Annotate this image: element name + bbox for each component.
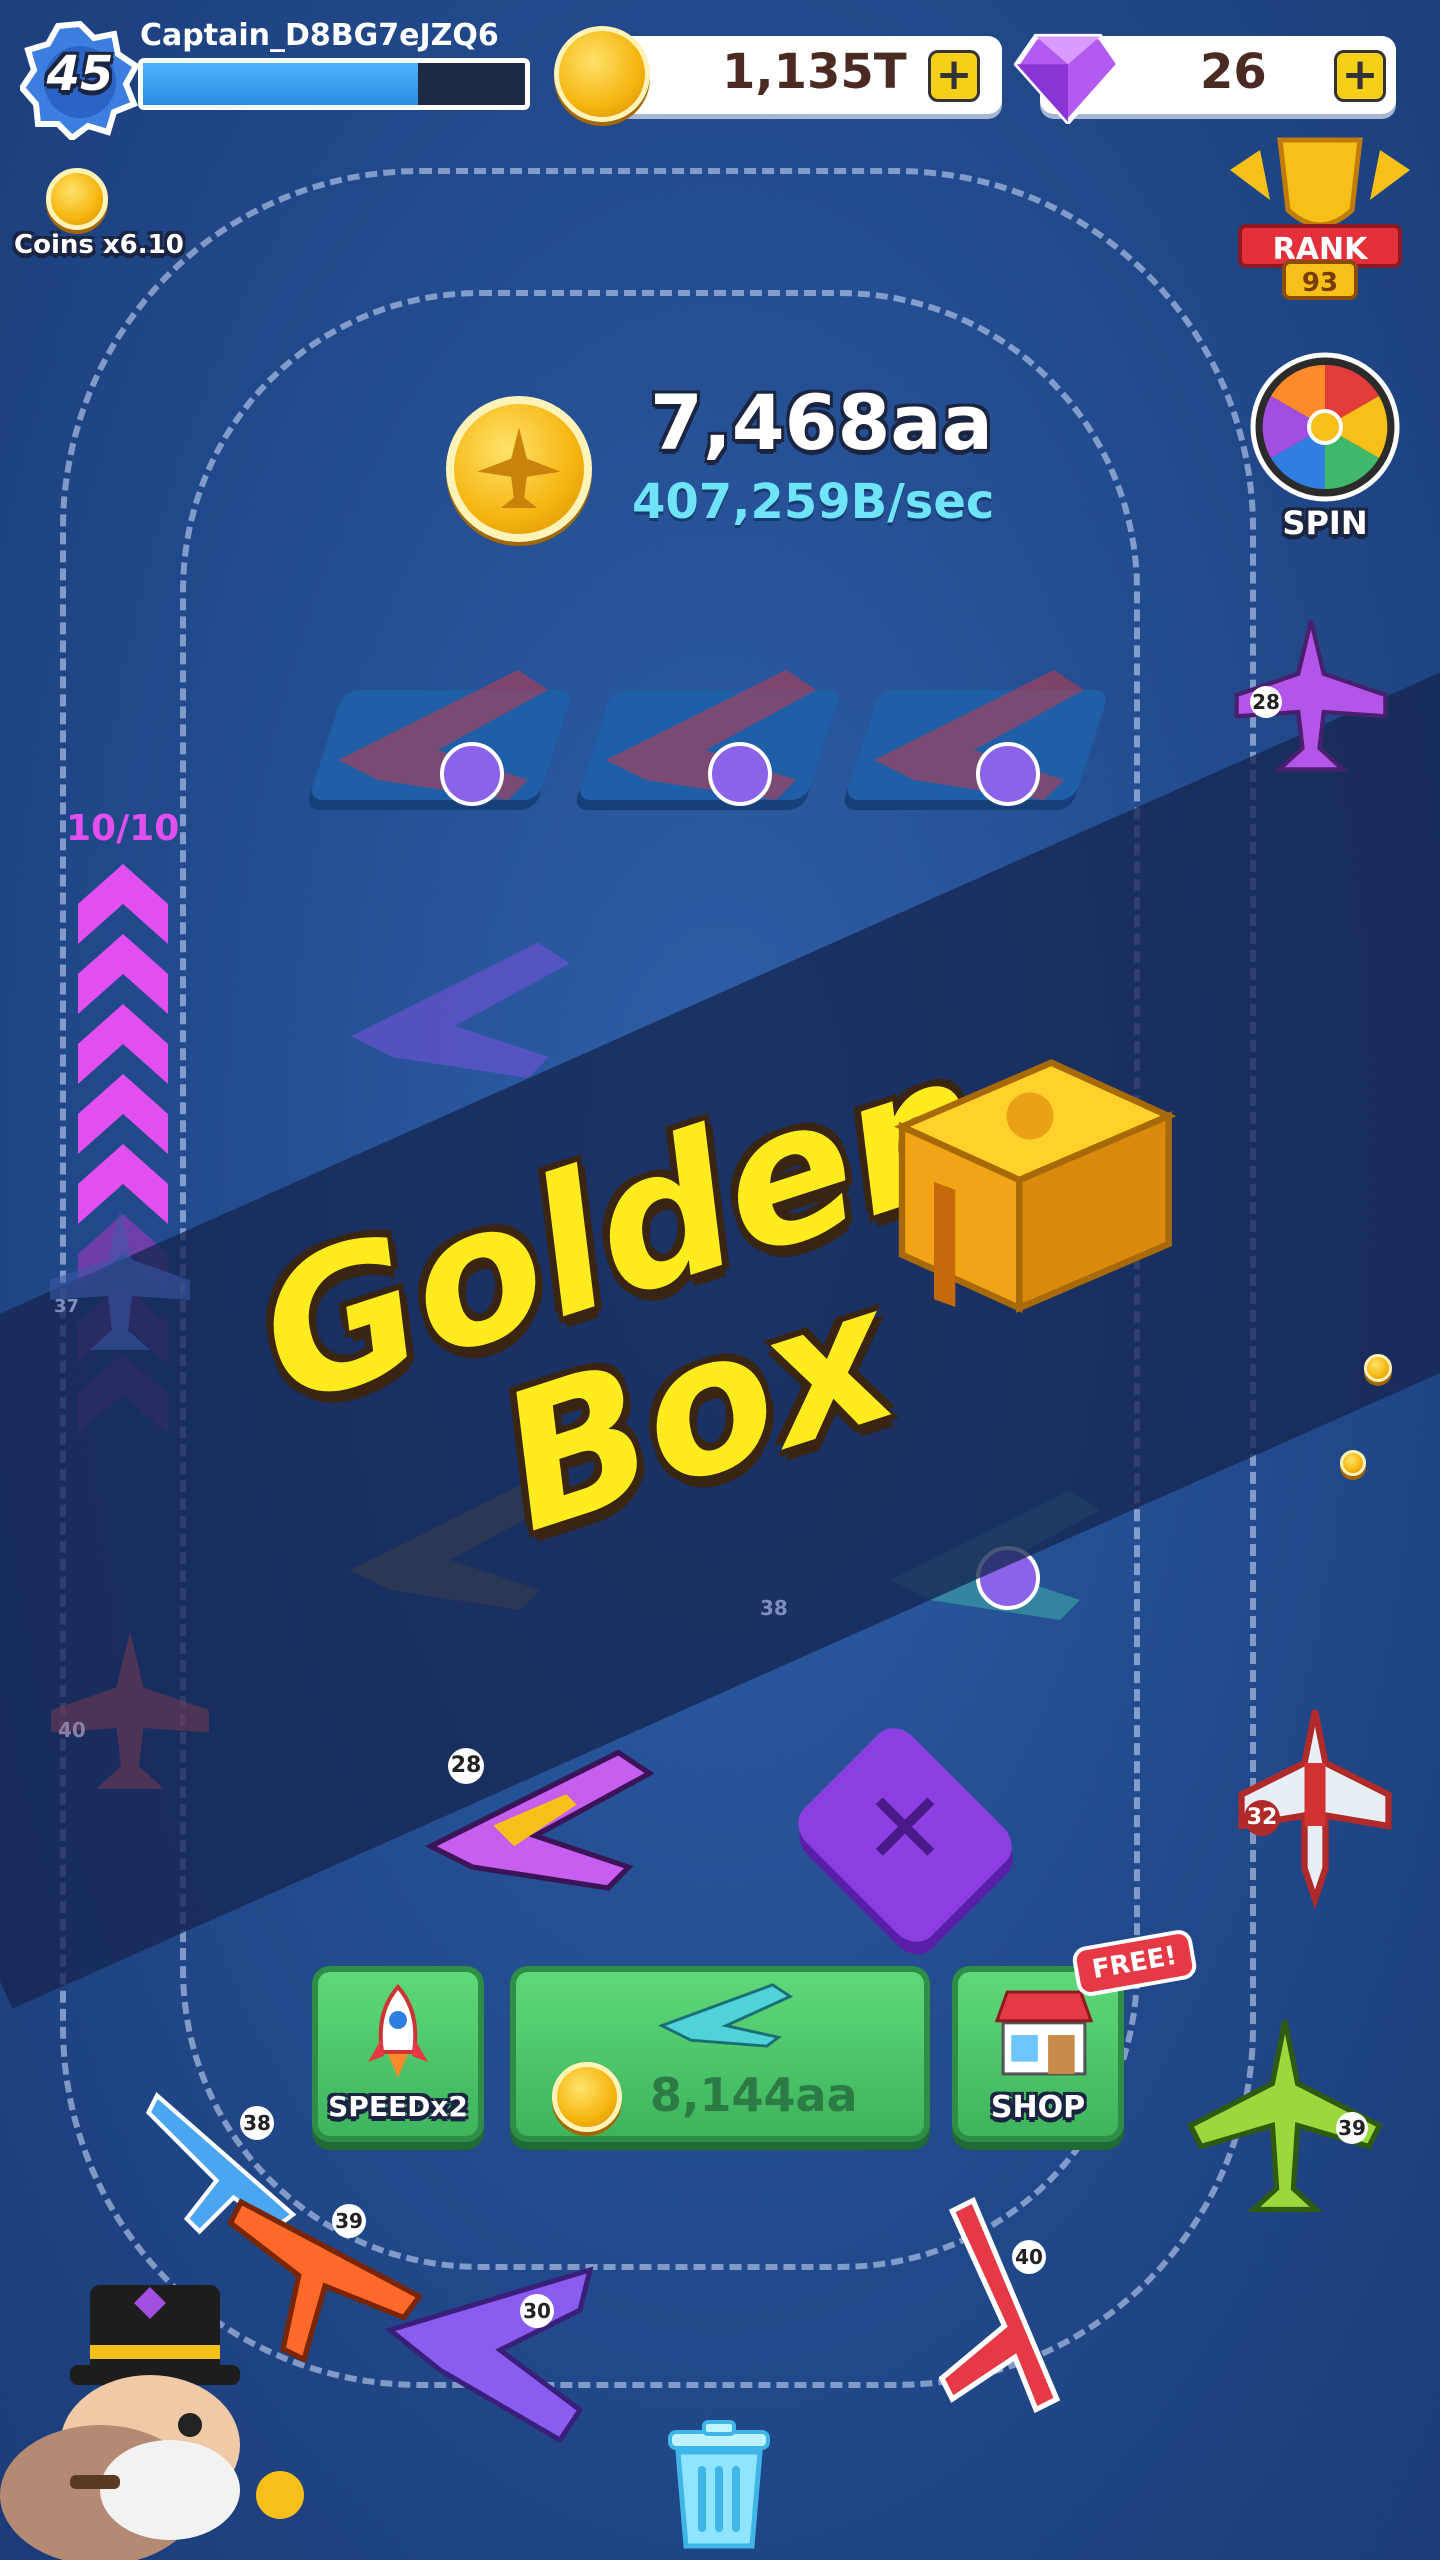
- rocket-icon: [368, 1983, 428, 2078]
- earnings-total: 7,468aa: [650, 378, 993, 467]
- plane-purple-bottom[interactable]: [380, 2250, 600, 2450]
- captain-mascot-icon: [0, 2285, 304, 2560]
- plane-mid-right-level: 32: [1244, 1800, 1280, 1836]
- coin-icon: [1340, 1450, 1366, 1476]
- ghost-slot-level: 38: [760, 1596, 788, 1620]
- xp-bar: [138, 58, 530, 110]
- speed-button[interactable]: SPEEDx2: [312, 1966, 484, 2142]
- add-coins-button[interactable]: +: [928, 50, 980, 102]
- plane-blue-left-level: 38: [240, 2106, 274, 2140]
- coins-pill[interactable]: 1,135T +: [554, 26, 1002, 122]
- ghost-plane-left-2-level: 40: [58, 1718, 86, 1742]
- return-arrow-icon[interactable]: [708, 742, 772, 806]
- buy-plane-price: 8,144aa: [650, 2068, 858, 2122]
- coin-multiplier-icon[interactable]: [46, 168, 108, 230]
- rank-value: 93: [1301, 268, 1339, 298]
- earnings-rate: 407,259B/sec: [632, 474, 995, 530]
- add-gems-button[interactable]: +: [1334, 50, 1386, 102]
- ghost-plane-2: [606, 670, 816, 800]
- gems-pill[interactable]: 26 +: [1014, 33, 1396, 124]
- return-arrow-icon[interactable]: [440, 742, 504, 806]
- coin-icon: [1364, 1354, 1392, 1382]
- drag-plane-level: 28: [448, 1748, 484, 1784]
- plane-red-bottom[interactable]: [910, 2190, 1120, 2420]
- xp-bar-fill: [143, 63, 419, 105]
- big-coin-icon: [446, 396, 592, 542]
- coins-value: 1,135T: [722, 44, 907, 100]
- drag-plane[interactable]: [410, 1730, 660, 1900]
- ghost-plane-left-1-level: 37: [54, 1296, 80, 1317]
- cancel-icon: ✕: [863, 1770, 947, 1887]
- coin-icon: [554, 26, 650, 122]
- spin-label: SPIN: [1282, 504, 1368, 542]
- ghost-plane-purple: [350, 942, 570, 1078]
- rank-label: RANK: [1272, 232, 1368, 267]
- ghost-plane-3: [874, 670, 1084, 800]
- trash-icon[interactable]: [664, 2420, 774, 2550]
- player-name: Captain_D8BG7eJZQ6: [140, 18, 499, 53]
- buy-plane-button[interactable]: 8,144aa: [510, 1966, 930, 2142]
- shop-label: SHOP: [990, 2090, 1086, 2125]
- boost-count: 10/10: [66, 808, 180, 849]
- plane-lower-right-level: 39: [1336, 2112, 1368, 2144]
- plane-shop-icon: [658, 1983, 794, 2048]
- ghost-plane-left-2: [51, 1631, 209, 1789]
- plane-red-bottom-level: 40: [1012, 2240, 1046, 2274]
- plane-emblem-icon: [477, 427, 561, 508]
- gems-value: 26: [1200, 44, 1267, 100]
- plane-top-right-level: 28: [1250, 686, 1282, 718]
- coin-multiplier-label: Coins x6.10: [14, 230, 184, 260]
- ghost-plane-left-1: [50, 1210, 190, 1350]
- plane-purple-bottom-level: 30: [520, 2294, 554, 2328]
- speed-label: SPEEDx2: [328, 2090, 468, 2123]
- plane-orange-left-level: 39: [332, 2204, 366, 2238]
- gem-icon: [1014, 33, 1122, 124]
- return-arrow-icon[interactable]: [976, 742, 1040, 806]
- coin-icon: [552, 2062, 622, 2132]
- spin-wheel-icon[interactable]: [1250, 352, 1400, 502]
- ghost-plane-1: [338, 670, 548, 800]
- player-level: 45: [46, 46, 114, 102]
- golden-box-icon: [894, 1059, 1177, 1313]
- store-icon: [994, 1990, 1094, 2076]
